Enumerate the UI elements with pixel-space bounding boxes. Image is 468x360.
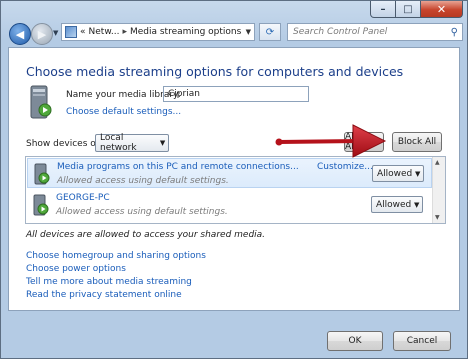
annotation-arrow-icon: [275, 124, 387, 158]
ok-label: OK: [348, 336, 362, 346]
cancel-label: Cancel: [406, 336, 438, 346]
cancel-button[interactable]: Cancel: [393, 331, 451, 351]
window: – □ ✕ ◀ ▶ ▼ « Netw... ▸ Media streaming …: [0, 0, 468, 359]
ok-button[interactable]: OK: [327, 331, 383, 351]
